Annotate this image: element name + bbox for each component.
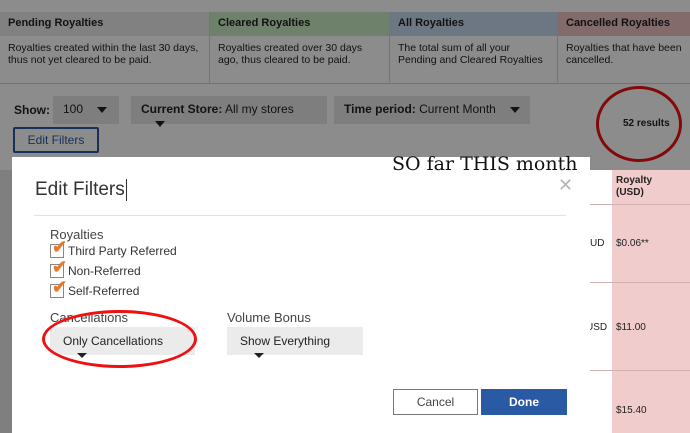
volume-bonus-select[interactable]: Show Everything bbox=[227, 327, 363, 359]
row-royalty: $11.00 bbox=[616, 322, 646, 333]
modal-divider bbox=[34, 215, 566, 216]
modal-title-text: Edit Filters bbox=[35, 179, 125, 201]
volume-bonus-label: Volume Bonus bbox=[227, 310, 311, 325]
handwritten-annotation: SO far THIS month bbox=[392, 153, 578, 175]
cancel-button[interactable]: Cancel bbox=[393, 389, 478, 415]
row-royalty: $15.40 bbox=[616, 405, 647, 416]
royalty-column-header-bright: Royalty (USD) bbox=[616, 175, 652, 199]
currency-column-bright bbox=[590, 170, 612, 433]
royalty-header-line2: (USD) bbox=[616, 187, 644, 198]
edit-filters-modal: Edit Filters SO far THIS month ✕ Royalti… bbox=[12, 153, 590, 433]
checkbox-label: Third Party Referred bbox=[68, 244, 177, 258]
done-button[interactable]: Done bbox=[481, 389, 567, 415]
row-divider bbox=[590, 370, 690, 371]
row-currency: UD bbox=[590, 238, 605, 249]
chevron-down-icon bbox=[254, 353, 264, 359]
text-cursor bbox=[125, 179, 127, 201]
modal-title: Edit Filters bbox=[35, 179, 127, 201]
row-divider bbox=[590, 204, 690, 205]
royalty-column-unmasked: Royalty (USD) UD $0.06** USD $11.00 $15.… bbox=[586, 170, 690, 433]
checkbox-third-party-referred[interactable]: ✔ Third Party Referred bbox=[50, 238, 177, 259]
checkbox-label: Non-Referred bbox=[68, 264, 141, 278]
royalty-column-bright bbox=[612, 170, 690, 433]
royalty-header-line1: Royalty bbox=[616, 175, 653, 186]
cancellations-annotation-circle bbox=[42, 310, 197, 368]
checkmark-icon: ✔ bbox=[52, 257, 68, 277]
checkbox-label: Self-Referred bbox=[68, 284, 140, 298]
row-royalty: $0.06** bbox=[616, 238, 649, 249]
close-icon[interactable]: ✕ bbox=[558, 175, 573, 196]
row-divider bbox=[590, 282, 690, 283]
checkbox[interactable]: ✔ bbox=[50, 258, 67, 278]
checkbox[interactable]: ✔ bbox=[50, 238, 67, 258]
checkmark-icon: ✔ bbox=[52, 277, 68, 297]
volume-bonus-value: Show Everything bbox=[240, 334, 331, 348]
checkbox[interactable]: ✔ bbox=[50, 278, 67, 298]
checkmark-icon: ✔ bbox=[52, 237, 68, 257]
checkbox-self-referred[interactable]: ✔ Self-Referred bbox=[50, 278, 140, 299]
